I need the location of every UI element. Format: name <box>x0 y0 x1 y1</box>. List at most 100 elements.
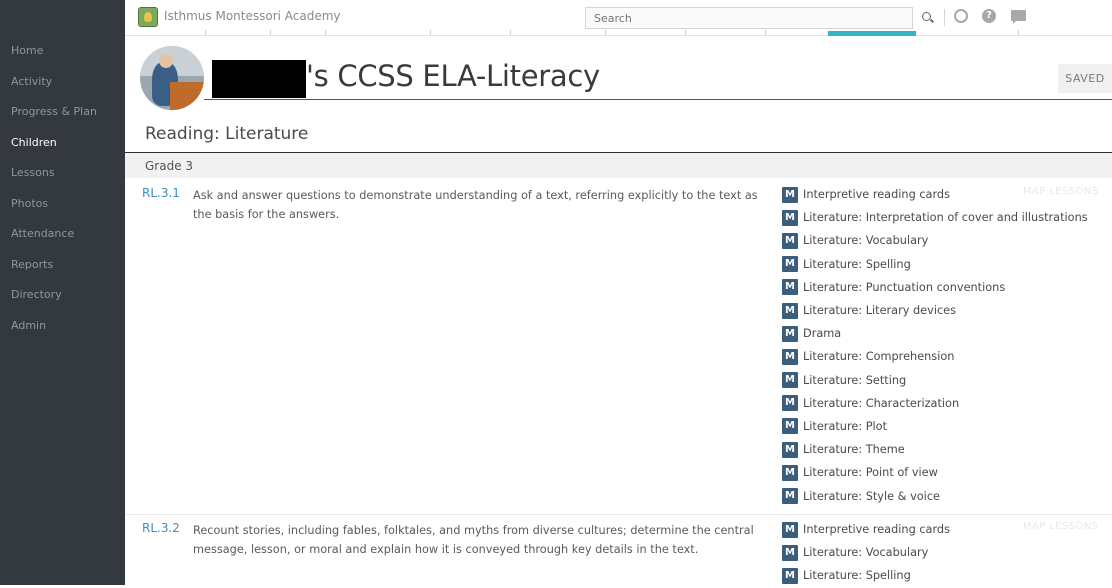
avatar[interactable] <box>140 46 204 110</box>
lesson-label: Literature: Point of view <box>803 466 938 480</box>
montessori-badge-icon: M <box>782 348 798 365</box>
lesson-item[interactable]: M Literature: Punctuation conventions <box>782 276 1088 299</box>
lesson-item[interactable]: M Literature: Vocabulary <box>782 541 950 564</box>
lesson-label: Literature: Interpretation of cover and … <box>803 211 1088 225</box>
sidebar-item-progress-plan[interactable]: Progress & Plan <box>0 97 125 128</box>
avatar-object <box>170 82 204 110</box>
lesson-label: Literature: Punctuation conventions <box>803 280 1006 294</box>
title-underline <box>204 99 1112 100</box>
lesson-item[interactable]: M Literature: Comprehension <box>782 345 1088 368</box>
lesson-item[interactable]: M Literature: Style & voice <box>782 484 1088 507</box>
lesson-item[interactable]: M Interpretive reading cards <box>782 518 950 541</box>
lesson-label: Literature: Comprehension <box>803 350 955 364</box>
page-title: 's CCSS ELA-Literacy <box>306 59 600 93</box>
lesson-label: Literature: Style & voice <box>803 489 940 503</box>
standard-description: Ask and answer questions to demonstrate … <box>193 189 758 221</box>
nav-tab-divider <box>685 30 686 35</box>
search-input[interactable] <box>585 7 913 29</box>
nav-tab-divider <box>605 30 606 35</box>
sidebar-item-directory[interactable]: Directory <box>0 280 125 311</box>
active-tab-indicator[interactable] <box>828 31 916 36</box>
sidebar-item-lessons[interactable]: Lessons <box>0 158 125 189</box>
grade-label: Grade 3 <box>145 159 194 173</box>
nav-tab-divider <box>765 30 766 35</box>
lesson-label: Literature: Literary devices <box>803 304 957 318</box>
montessori-badge-icon: M <box>782 372 798 389</box>
lesson-label: Literature: Vocabulary <box>803 234 929 248</box>
chat-icon[interactable] <box>1011 10 1026 24</box>
nav-tab-divider <box>270 30 271 35</box>
montessori-badge-icon: M <box>782 256 798 273</box>
lesson-label: Literature: Setting <box>803 373 907 387</box>
row-divider <box>125 514 1112 515</box>
lesson-item[interactable]: M Literature: Characterization <box>782 392 1088 415</box>
lesson-item[interactable]: M Drama <box>782 322 1088 345</box>
map-lessons-link[interactable]: MAP LESSONS <box>1023 521 1098 532</box>
standard-code-link[interactable]: RL.3.1 <box>142 186 180 200</box>
redacted-name <box>212 60 306 98</box>
montessori-badge-icon: M <box>782 418 798 435</box>
search-icon[interactable] <box>922 12 931 21</box>
montessori-badge-icon: M <box>782 232 798 249</box>
lesson-item[interactable]: M Literature: Theme <box>782 438 1088 461</box>
montessori-badge-icon: M <box>782 441 798 458</box>
grade-header: Grade 3 <box>125 152 1112 178</box>
lesson-label: Interpretive reading cards <box>803 523 950 537</box>
montessori-badge-icon: M <box>782 279 798 296</box>
logo-icon[interactable] <box>138 7 158 27</box>
lesson-list: M Interpretive reading cards M Literature: … <box>782 518 950 588</box>
app-title[interactable]: Isthmus Montessori Academy <box>164 9 341 23</box>
nav-tab-divider <box>1018 30 1019 35</box>
montessori-badge-icon: M <box>782 544 798 561</box>
lesson-label: Literature: Plot <box>803 419 888 433</box>
sidebar-item-attendance[interactable]: Attendance <box>0 219 125 250</box>
montessori-badge-icon: M <box>782 488 798 505</box>
sidebar-item-photos[interactable]: Photos <box>0 189 125 220</box>
nav-tabs-strip <box>125 30 1112 36</box>
lesson-item[interactable]: M Literature: Spelling <box>782 564 950 587</box>
montessori-badge-icon: M <box>782 325 798 342</box>
lesson-item[interactable]: M Literature: Setting <box>782 369 1088 392</box>
sidebar-item-home[interactable]: Home <box>0 36 125 67</box>
lesson-item[interactable]: M Literature: Spelling <box>782 253 1088 276</box>
nav-tab-divider <box>510 30 511 35</box>
standard-code-link[interactable]: RL.3.2 <box>142 521 180 535</box>
map-lessons-link[interactable]: MAP LESSONS <box>1023 186 1098 197</box>
nav-tab-divider <box>205 30 206 35</box>
lesson-label: Literature: Spelling <box>803 569 911 583</box>
sidebar-item-activity[interactable]: Activity <box>0 67 125 98</box>
lesson-item[interactable]: M Literature: Vocabulary <box>782 229 1088 252</box>
lesson-label: Literature: Spelling <box>803 257 911 271</box>
lesson-label: Interpretive reading cards <box>803 188 950 202</box>
montessori-badge-icon: M <box>782 567 798 584</box>
lesson-list: M Interpretive reading cards M Literature: … <box>782 183 1088 508</box>
montessori-badge-icon: M <box>782 302 798 319</box>
sidebar-item-admin[interactable]: Admin <box>0 311 125 342</box>
lesson-item[interactable]: M Literature: Literary devices <box>782 299 1088 322</box>
sidebar-item-reports[interactable]: Reports <box>0 250 125 281</box>
lesson-item[interactable]: M Literature: Interpretation of cover and… <box>782 206 1088 229</box>
sidebar: Home Activity Progress & Plan Children Lesso… <box>0 36 125 585</box>
lesson-item[interactable]: M Literature: Plot <box>782 415 1088 438</box>
avatar-face <box>159 54 173 68</box>
montessori-badge-icon: M <box>782 521 798 538</box>
saved-button[interactable]: SAVED <box>1058 64 1112 93</box>
montessori-badge-icon: M <box>782 186 798 203</box>
nav-tab-divider <box>325 30 326 35</box>
sidebar-header <box>0 0 125 36</box>
montessori-badge-icon: M <box>782 464 798 481</box>
nav-tab-divider <box>430 30 431 35</box>
section-heading: Reading: Literature <box>145 124 309 144</box>
standard-description: Recount stories, including fables, folkt… <box>193 524 754 556</box>
help-icon[interactable]: ? <box>982 9 996 23</box>
lesson-label: Literature: Theme <box>803 443 905 457</box>
montessori-badge-icon: M <box>782 395 798 412</box>
top-bar: Isthmus Montessori Academy ? <box>0 0 1112 36</box>
lesson-item[interactable]: M Literature: Point of view <box>782 461 1088 484</box>
globe-icon[interactable] <box>954 9 968 23</box>
header-divider <box>944 9 945 26</box>
sidebar-item-children[interactable]: Children <box>0 128 125 159</box>
lesson-label: Literature: Vocabulary <box>803 546 929 560</box>
lesson-label: Drama <box>803 327 842 341</box>
lesson-label: Literature: Characterization <box>803 396 960 410</box>
